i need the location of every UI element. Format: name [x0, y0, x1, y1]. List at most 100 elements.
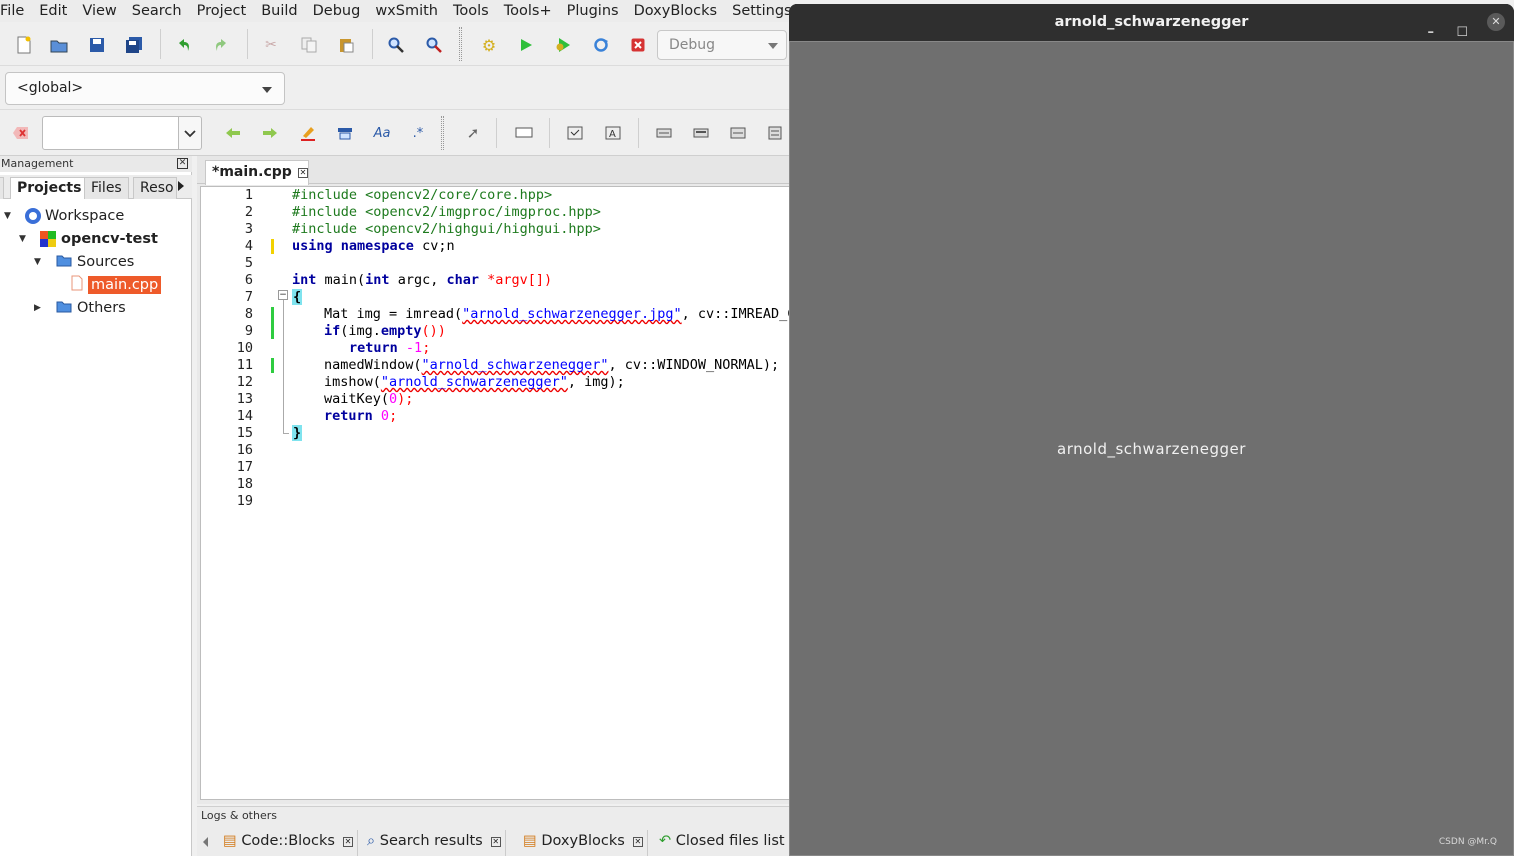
search-history-dropdown[interactable] — [179, 116, 202, 150]
menu-wxsmith[interactable]: wxSmith — [368, 3, 446, 19]
close-icon[interactable]: ✕ — [1487, 13, 1505, 31]
log-tab-search-results[interactable]: ⌕ Search results ✕ — [363, 830, 506, 856]
tree-item-main-cpp[interactable]: main.cpp — [71, 274, 162, 296]
grid-sizer-icon[interactable] — [727, 122, 749, 144]
expand-arrow-icon[interactable]: ▶ — [34, 303, 46, 313]
tab-resources[interactable]: Reso — [133, 177, 177, 199]
menu-tools[interactable]: Tools — [446, 3, 497, 19]
close-icon[interactable]: ✕ — [298, 168, 308, 178]
match-case-icon[interactable]: Aa — [371, 122, 393, 144]
code-token: return — [349, 340, 398, 356]
code-token: int — [292, 272, 317, 288]
editor-tabs: *main.cpp ✕ — [197, 156, 790, 185]
code-line: Mat img = imread("arnold_schwarzenegger.… — [324, 306, 789, 322]
menu-build[interactable]: Build — [254, 3, 305, 19]
flex-grid-sizer-icon[interactable] — [764, 122, 786, 144]
log-tab-label: DoxyBlocks — [541, 833, 625, 849]
save-icon[interactable] — [86, 34, 108, 56]
code-token: int — [365, 272, 390, 288]
line-number: 7 — [244, 289, 253, 305]
copy-icon[interactable] — [298, 34, 320, 56]
close-icon[interactable]: ✕ — [342, 837, 353, 847]
menu-debug[interactable]: Debug — [305, 3, 368, 19]
static-box-sizer-icon[interactable] — [690, 122, 712, 144]
tab-scroll-left[interactable] — [0, 177, 4, 199]
frame-icon[interactable]: A — [602, 122, 624, 144]
line-number: 19 — [236, 493, 253, 509]
open-file-icon[interactable] — [48, 34, 70, 56]
menu-search[interactable]: Search — [124, 3, 189, 19]
expand-arrow-icon[interactable]: ▼ — [19, 234, 31, 244]
tab-main-cpp[interactable]: *main.cpp ✕ — [205, 160, 309, 185]
find-icon[interactable] — [385, 34, 407, 56]
log-tab-closed-files[interactable]: ↶ Closed files list — [655, 830, 789, 856]
expand-arrow-icon[interactable]: ▼ — [4, 211, 16, 221]
code-token: ); — [397, 391, 414, 407]
menu-doxyblocks[interactable]: DoxyBlocks — [626, 3, 725, 19]
project-icon — [40, 231, 56, 247]
change-marker — [271, 358, 274, 373]
tree-item-others[interactable]: ▶ Others — [34, 297, 126, 319]
tree-item-workspace[interactable]: ▼ Workspace — [4, 205, 124, 227]
code-token: if — [324, 323, 341, 339]
redo-icon[interactable] — [210, 34, 232, 56]
regex-icon[interactable]: .* — [407, 122, 429, 144]
cut-icon[interactable]: ✂ — [260, 34, 282, 56]
box-sizer-icon[interactable] — [653, 122, 675, 144]
run-icon[interactable] — [515, 34, 537, 56]
menu-bar: File Edit View Search Project Build Debu… — [0, 0, 790, 22]
new-file-icon[interactable] — [13, 34, 35, 56]
search-input[interactable] — [42, 116, 179, 150]
highlight-icon[interactable] — [297, 122, 319, 144]
panel-icon[interactable] — [513, 122, 535, 144]
code-token: (img. — [340, 323, 381, 339]
code-line: namedWindow("arnold_schwarzenegger", cv:… — [324, 357, 779, 373]
fold-icon[interactable]: − — [278, 290, 288, 300]
menu-tools-plus[interactable]: Tools+ — [496, 3, 559, 19]
close-icon[interactable]: ✕ — [632, 837, 643, 847]
undo-icon[interactable] — [173, 34, 195, 56]
tab-main-cpp-label: *main.cpp — [212, 164, 292, 180]
find-next-icon[interactable] — [259, 122, 281, 144]
paste-icon[interactable] — [335, 34, 357, 56]
code-line: return 0; — [324, 408, 397, 424]
code-editor[interactable]: 1 2 3 4 5 6 7 8 9 10 11 12 13 14 15 16 17 18 19 − #include… — [200, 186, 790, 800]
clear-search-icon[interactable] — [10, 122, 32, 144]
code-token: namedWindow( — [324, 357, 422, 373]
menu-plugins[interactable]: Plugins — [559, 3, 626, 19]
tab-projects[interactable]: Projects — [10, 177, 89, 199]
menu-file[interactable]: File — [0, 3, 32, 19]
window-titlebar[interactable]: arnold_schwarzenegger – ☐ ✕ — [789, 4, 1514, 41]
tree-item-project[interactable]: ▼ opencv-test — [19, 228, 158, 250]
close-icon[interactable]: ✕ — [490, 837, 501, 847]
rebuild-icon[interactable] — [590, 34, 612, 56]
log-tab-doxyblocks[interactable]: ▤ DoxyBlocks ✕ — [519, 830, 648, 856]
build-gear-icon[interactable]: ⚙ — [478, 34, 500, 56]
displayed-image: arnold_schwarzenegger CSDN @Mr.Q — [789, 41, 1514, 856]
expand-arrow-icon[interactable]: ▼ — [34, 257, 46, 267]
scope-select[interactable]: <global> — [5, 72, 285, 105]
log-tab-codeblocks[interactable]: ▤ Code::Blocks ✕ — [219, 830, 358, 856]
menu-view[interactable]: View — [75, 3, 124, 19]
save-all-icon[interactable] — [123, 34, 145, 56]
dialog-icon[interactable] — [564, 122, 586, 144]
replace-icon[interactable] — [423, 34, 445, 56]
tab-files[interactable]: Files — [84, 177, 129, 199]
build-target-select[interactable]: Debug — [657, 30, 787, 60]
menu-project[interactable]: Project — [189, 3, 254, 19]
chevron-left-icon[interactable] — [203, 837, 208, 847]
build-and-run-icon[interactable] — [552, 34, 574, 56]
line-number: 2 — [244, 204, 253, 220]
code-line: #include <opencv2/core/core.hpp> — [292, 187, 553, 203]
menu-edit[interactable]: Edit — [32, 3, 75, 19]
close-icon[interactable]: ✕ — [177, 158, 188, 169]
tree-item-sources[interactable]: ▼ Sources — [34, 251, 134, 273]
change-marker — [271, 239, 274, 254]
tree-label-others: Others — [77, 300, 126, 316]
abort-icon[interactable] — [627, 34, 649, 56]
menu-settings[interactable]: Settings — [725, 3, 790, 19]
selected-text-only-icon[interactable] — [334, 122, 356, 144]
find-previous-icon[interactable] — [222, 122, 244, 144]
chevron-right-icon[interactable] — [178, 181, 184, 191]
pointer-icon[interactable]: ➚ — [462, 122, 484, 144]
